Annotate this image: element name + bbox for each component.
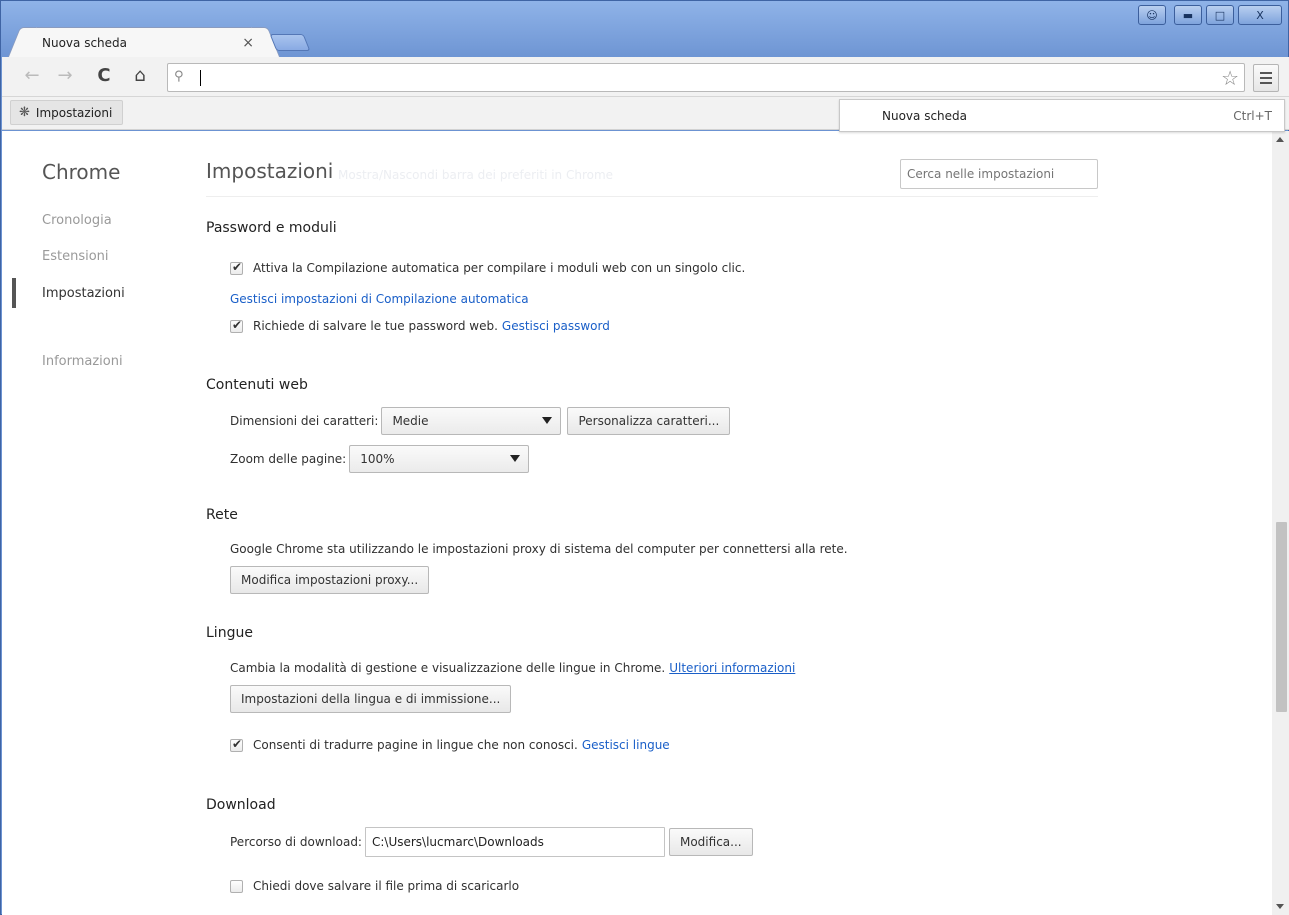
- download-path-field[interactable]: C:\Users\lucmarc\Downloads: [364, 827, 665, 857]
- autofill-row: Attiva la Compilazione automatica per co…: [230, 260, 746, 275]
- dropdown-arrow-icon: [510, 455, 521, 462]
- ask-download-label: Chiedi dove salvare il file prima di sca…: [253, 879, 520, 893]
- section-title-passwords: Password e moduli: [206, 220, 337, 236]
- tab-nuova-scheda[interactable]: Nuova scheda ×: [23, 27, 265, 57]
- zoom-value: 100%: [360, 452, 395, 466]
- tab-close-icon[interactable]: ×: [242, 35, 254, 51]
- faded-background-text: Mostra/Nascondi barra dei preferiti in C…: [338, 168, 614, 182]
- translate-checkbox[interactable]: [230, 737, 243, 752]
- forward-arrow-icon[interactable]: →: [55, 66, 75, 86]
- address-bar-input[interactable]: [198, 68, 1198, 88]
- zoom-row: Zoom delle pagine: 100%: [230, 445, 530, 473]
- save-passwords-row: Richiede di salvare le tue password web.…: [230, 318, 610, 333]
- new-tab-button[interactable]: [269, 34, 311, 51]
- reload-icon[interactable]: C: [94, 66, 114, 86]
- autofill-label: Attiva la Compilazione automatica per co…: [253, 261, 746, 275]
- settings-main: Impostazioni Mostra/Nascondi barra dei p…: [206, 131, 1106, 915]
- proxy-settings-button[interactable]: Modifica impostazioni proxy...: [230, 566, 430, 594]
- download-path-label: Percorso di download:: [230, 835, 362, 849]
- change-download-path-button[interactable]: Modifica...: [668, 828, 753, 856]
- languages-description: Cambia la modalità di gestione e visuali…: [230, 661, 666, 675]
- vertical-scrollbar[interactable]: [1272, 131, 1289, 915]
- back-arrow-icon[interactable]: ←: [22, 66, 42, 86]
- browser-window: ☺ ▬ □ X Nuova scheda × ← → C ⌂ ⚲ ☆ ❋ Imp…: [0, 0, 1289, 915]
- ask-download-checkbox[interactable]: [230, 879, 243, 893]
- manage-languages-link[interactable]: Gestisci lingue: [582, 738, 670, 752]
- save-passwords-label: Richiede di salvare le tue password web.: [253, 319, 498, 333]
- close-icon: X: [1256, 8, 1264, 22]
- sidebar-title: Chrome: [42, 160, 121, 184]
- scrollbar-thumb[interactable]: [1276, 522, 1287, 712]
- dropdown-arrow-icon: [542, 417, 553, 424]
- section-title-network: Rete: [206, 507, 238, 523]
- menu-item-label: Nuova scheda: [882, 108, 968, 123]
- chrome-menu-button[interactable]: [1253, 64, 1279, 92]
- manage-passwords-link[interactable]: Gestisci password: [502, 319, 610, 333]
- language-settings-button[interactable]: Impostazioni della lingua e di immission…: [230, 685, 512, 713]
- section-title-languages: Lingue: [206, 625, 253, 641]
- page-title: Impostazioni: [206, 159, 334, 183]
- menu-item-shortcut: Ctrl+T: [1233, 108, 1272, 123]
- zoom-label: Zoom delle pagine:: [230, 452, 347, 466]
- sidebar-item-informazioni[interactable]: Informazioni: [42, 354, 123, 369]
- search-icon: ⚲: [174, 69, 184, 84]
- maximize-icon: □: [1214, 8, 1226, 22]
- languages-description-row: Cambia la modalità di gestione e visuali…: [230, 661, 795, 675]
- maximize-button[interactable]: □: [1206, 5, 1234, 25]
- font-size-select[interactable]: Medie: [381, 407, 562, 435]
- font-size-label: Dimensioni dei caratteri:: [230, 414, 379, 428]
- gear-icon: ❋: [19, 105, 30, 120]
- ask-download-row: Chiedi dove salvare il file prima di sca…: [230, 879, 519, 893]
- sidebar-item-impostazioni[interactable]: Impostazioni: [42, 286, 125, 301]
- user-profile-button[interactable]: ☺: [1138, 5, 1166, 25]
- proxy-row: Modifica impostazioni proxy...: [230, 566, 430, 594]
- sidebar-item-cronologia[interactable]: Cronologia: [42, 213, 112, 228]
- bookmark-item-impostazioni[interactable]: ❋ Impostazioni: [10, 100, 124, 125]
- font-size-row: Dimensioni dei caratteri: Medie Personal…: [230, 407, 731, 435]
- toolbar: ← → C ⌂ ⚲ ☆: [2, 57, 1289, 97]
- text-caret: [200, 70, 201, 86]
- zoom-select[interactable]: 100%: [349, 445, 530, 473]
- star-icon[interactable]: ☆: [1221, 66, 1239, 90]
- language-settings-row: Impostazioni della lingua e di immission…: [230, 685, 512, 713]
- menu-item-new-tab[interactable]: Nuova scheda Ctrl+T: [839, 99, 1285, 132]
- minimize-icon: ▬: [1182, 8, 1194, 22]
- customize-fonts-button[interactable]: Personalizza caratteri...: [567, 407, 731, 435]
- more-info-link[interactable]: Ulteriori informazioni: [669, 661, 795, 675]
- bookmark-label: Impostazioni: [35, 105, 113, 120]
- settings-search-input[interactable]: [900, 159, 1098, 189]
- hamburger-menu-icon: [1260, 72, 1272, 74]
- download-path-row: Percorso di download: C:\Users\lucmarc\D…: [230, 827, 753, 857]
- translate-row: Consenti di tradurre pagine in lingue ch…: [230, 737, 670, 752]
- window-controls: ☺ ▬ □ X: [1138, 5, 1282, 25]
- user-icon: ☺: [1146, 8, 1158, 22]
- omnibox[interactable]: ⚲ ☆: [167, 63, 1245, 92]
- section-title-downloads: Download: [206, 797, 276, 813]
- font-size-value: Medie: [392, 414, 429, 428]
- settings-page: Chrome Cronologia Estensioni Impostazion…: [2, 131, 1289, 915]
- network-description: Google Chrome sta utilizzando le imposta…: [230, 542, 848, 556]
- header-divider: [206, 196, 1098, 197]
- sidebar: Chrome Cronologia Estensioni Impostazion…: [2, 131, 182, 915]
- translate-label: Consenti di tradurre pagine in lingue ch…: [253, 738, 578, 752]
- autofill-checkbox[interactable]: [230, 260, 243, 275]
- scroll-down-icon[interactable]: [1276, 904, 1284, 909]
- minimize-button[interactable]: ▬: [1174, 5, 1202, 25]
- section-title-web-content: Contenuti web: [206, 377, 308, 393]
- manage-autofill-link[interactable]: Gestisci impostazioni di Compilazione au…: [230, 292, 529, 306]
- sidebar-item-estensioni[interactable]: Estensioni: [42, 249, 109, 264]
- close-window-button[interactable]: X: [1238, 5, 1282, 25]
- home-icon[interactable]: ⌂: [130, 66, 150, 86]
- active-indicator: [12, 278, 16, 308]
- scroll-up-icon[interactable]: [1276, 137, 1284, 142]
- tab-title: Nuova scheda: [42, 35, 128, 50]
- save-passwords-checkbox[interactable]: [230, 318, 243, 333]
